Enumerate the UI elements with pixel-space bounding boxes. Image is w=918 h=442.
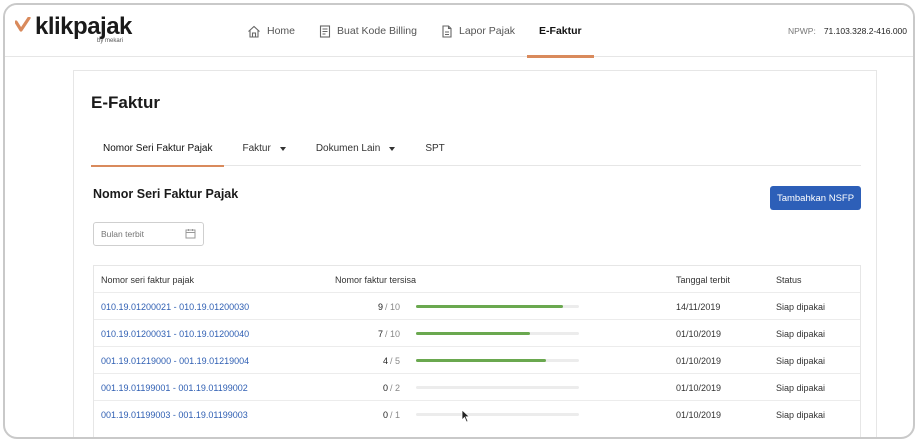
caret-down-icon [389, 146, 396, 151]
tab-faktur-label: Faktur [242, 143, 271, 154]
remaining-progress-fill [416, 359, 547, 362]
remaining-total: / 2 [389, 382, 400, 393]
section-title: Nomor Seri Faktur Pajak [93, 187, 239, 201]
remaining-progress-fill [416, 305, 563, 308]
status-text: Siap dipakai [776, 382, 826, 393]
status-text: Siap dipakai [776, 301, 826, 312]
nsfp-range-link[interactable]: 010.19.01200021 - 010.19.01200030 [101, 293, 249, 320]
nav-lapor-label: Lapor Pajak [459, 25, 516, 37]
remaining-progress-bar [416, 332, 579, 335]
remaining-value: 7 [377, 328, 383, 339]
nav-efaktur[interactable]: E-Faktur [527, 5, 594, 58]
issue-date: 14/11/2019 [676, 301, 721, 312]
remaining-total: / 1 [389, 409, 400, 420]
npwp-info: NPWP: 71.103.328.2-416.000 [788, 5, 907, 57]
npwp-value: 71.103.328.2-416.000 [823, 26, 907, 36]
col-header-remaining: Nomor faktur tersisa [335, 274, 417, 285]
remaining-progress-bar [416, 305, 579, 308]
logo-check-icon [15, 17, 31, 32]
remaining-value: 0 [382, 382, 388, 393]
status-text: Siap dipakai [776, 409, 826, 420]
col-header-date: Tanggal terbit [676, 274, 731, 285]
nav-home[interactable]: Home [235, 5, 307, 57]
issue-date: 01/10/2019 [676, 409, 722, 420]
col-header-range: Nomor seri faktur pajak [101, 274, 195, 285]
issue-date: 01/10/2019 [676, 328, 722, 339]
issue-date: 01/10/2019 [676, 382, 722, 393]
tab-dokumen-lain[interactable]: Dokumen Lain [304, 131, 407, 166]
remaining-progress-bar [416, 359, 579, 362]
remaining-progress-fill [416, 332, 531, 335]
nav-billing[interactable]: Buat Kode Billing [307, 5, 429, 57]
table-body: 010.19.01200021 - 010.19.01200030 9/ 10 14… [94, 293, 860, 428]
remaining-count: 9/ 10 [378, 293, 400, 320]
remaining-value: 9 [377, 301, 383, 312]
remaining-value: 0 [382, 409, 388, 420]
table-row: 001.19.01199001 - 001.19.01199002 0/ 2 01/… [94, 374, 860, 401]
nav-efaktur-label: E-Faktur [539, 25, 582, 37]
status-text: Siap dipakai [776, 328, 826, 339]
remaining-count: 7/ 10 [378, 320, 400, 347]
subtab-bar: Nomor Seri Faktur Pajak Faktur Dokumen L… [91, 131, 861, 167]
home-icon [248, 25, 260, 38]
page-title: E-Faktur [91, 93, 160, 112]
issue-date: 01/10/2019 [676, 355, 722, 366]
nav-billing-label: Buat Kode Billing [337, 25, 417, 37]
status-text: Siap dipakai [776, 355, 826, 366]
nsfp-table: Nomor seri faktur pajak Nomor faktur ter… [93, 265, 861, 437]
table-row: 010.19.01200031 - 010.19.01200040 7/ 10 01… [94, 320, 860, 347]
tab-faktur[interactable]: Faktur [230, 131, 297, 166]
nsfp-range-link[interactable]: 001.19.01199003 - 001.19.01199003 [101, 401, 248, 428]
billing-icon [319, 24, 331, 38]
nsfp-range-link[interactable]: 001.19.01199001 - 001.19.01199002 [101, 374, 248, 401]
brand-subtitle: by mekari [97, 38, 124, 44]
nsfp-range-link[interactable]: 010.19.01200031 - 010.19.01200040 [101, 320, 249, 347]
add-nsfp-button[interactable]: Tambahkan NSFP [770, 186, 861, 210]
npwp-label: NPWP: [787, 26, 816, 36]
tab-nomor-seri[interactable]: Nomor Seri Faktur Pajak [91, 131, 225, 167]
remaining-count: 4/ 5 [383, 347, 400, 374]
col-header-status: Status [776, 274, 802, 285]
nav-lapor-pajak[interactable]: Lapor Pajak [429, 5, 527, 57]
calendar-icon[interactable] [185, 228, 196, 239]
main-card: E-Faktur Nomor Seri Faktur Pajak Faktur … [73, 70, 877, 437]
tab-spt-label: SPT [425, 143, 445, 154]
remaining-count: 0/ 1 [383, 401, 400, 428]
tab-dokumen-label: Dokumen Lain [315, 143, 381, 154]
table-row: 010.19.01200021 - 010.19.01200030 9/ 10 14… [94, 293, 860, 320]
tab-nomor-seri-label: Nomor Seri Faktur Pajak [103, 143, 213, 154]
remaining-total: / 10 [384, 301, 400, 312]
remaining-progress-bar [416, 386, 579, 389]
remaining-total: / 5 [389, 355, 400, 366]
mouse-cursor-icon [461, 409, 471, 423]
app-window: klikpajak by mekari Home Buat Kode Billi… [3, 3, 915, 439]
remaining-value: 4 [382, 355, 388, 366]
remaining-count: 0/ 2 [383, 374, 400, 401]
table-row: 001.19.01199003 - 001.19.01199003 0/ 1 01/… [94, 401, 860, 428]
remaining-total: / 10 [384, 328, 400, 339]
tab-spt[interactable]: SPT [413, 131, 456, 166]
nsfp-range-link[interactable]: 001.19.01219000 - 001.19.01219004 [101, 347, 249, 374]
table-row: 001.19.01219000 - 001.19.01219004 4/ 5 01/… [94, 347, 860, 374]
table-header: Nomor seri faktur pajak Nomor faktur ter… [94, 266, 860, 293]
brand-name: klikpajak [35, 13, 132, 40]
document-icon [442, 24, 452, 38]
remaining-progress-bar [416, 413, 579, 416]
main-nav: Home Buat Kode Billing Lapor Pajak E-Fak… [235, 5, 594, 58]
nav-home-label: Home [267, 25, 296, 37]
caret-down-icon [279, 146, 286, 151]
top-navbar: klikpajak by mekari Home Buat Kode Billi… [5, 5, 913, 58]
